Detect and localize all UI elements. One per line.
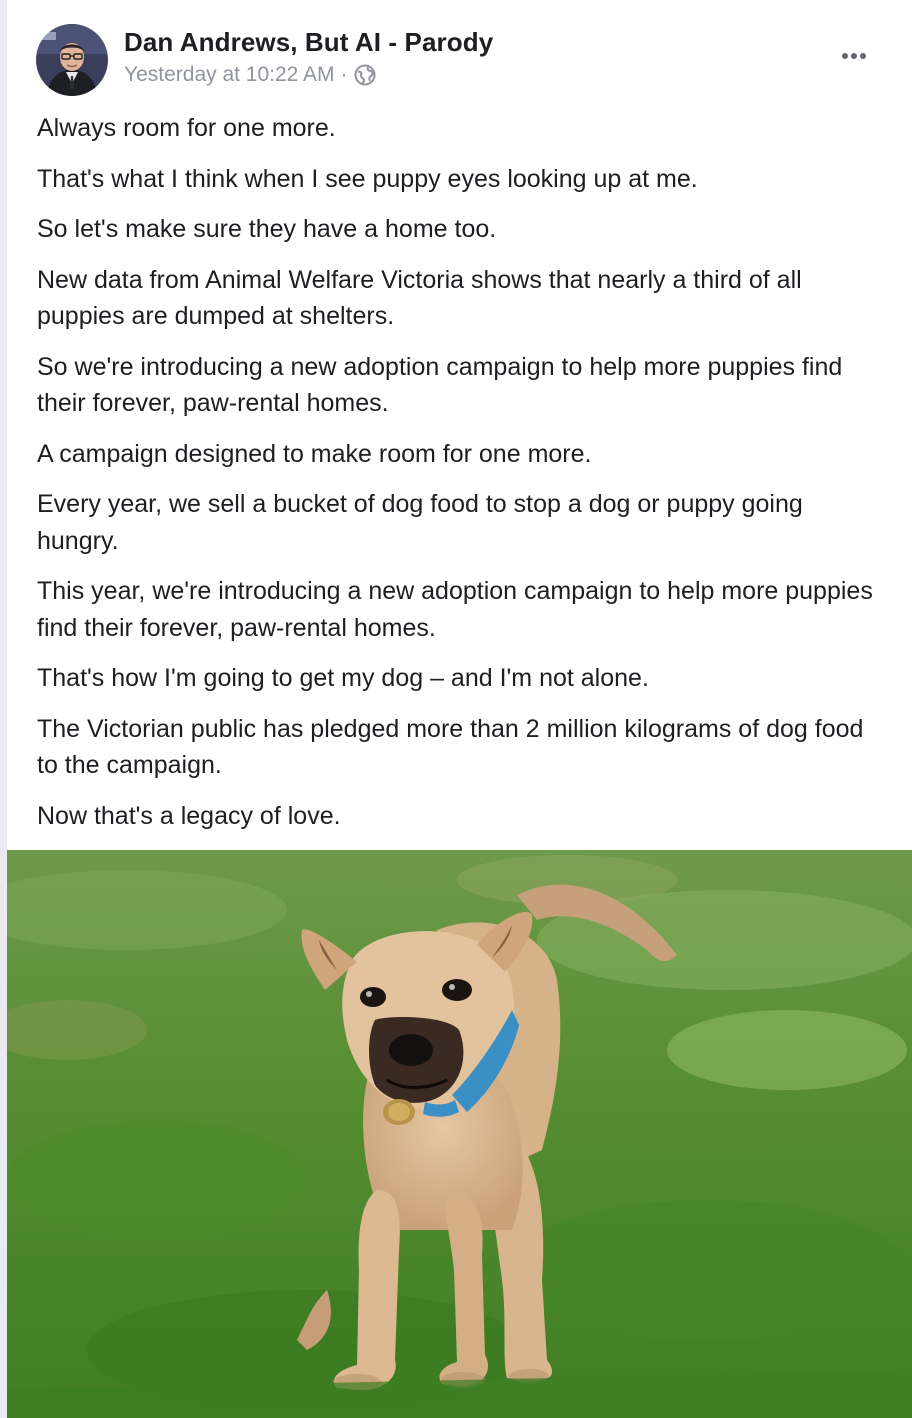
post-paragraph: A campaign designed to make room for one… <box>37 439 592 468</box>
post-paragraph: This year, we're introducing a new adopt… <box>37 577 873 642</box>
dot <box>851 53 857 59</box>
post-paragraph: Always room for one more. <box>37 114 336 142</box>
post-paragraph: So let's make sure they have a home too. <box>37 215 497 243</box>
meta-separator: · <box>340 63 348 86</box>
post-paragraph: So we're introducing a new adoption camp… <box>37 352 843 418</box>
post-message: Always room for one more. That's what I … <box>37 110 882 848</box>
dog-on-grass-image <box>7 850 912 1418</box>
more-options-icon[interactable] <box>834 48 874 64</box>
post-meta: Yesterday at 10:22 AM · <box>124 63 376 87</box>
post-paragraph: The Victorian public has pledged more th… <box>37 714 864 780</box>
post-paragraph: New data from Animal Welfare Victoria sh… <box>37 265 802 331</box>
post-photo[interactable] <box>7 850 912 1418</box>
post-timestamp[interactable]: Yesterday at 10:22 AM <box>124 63 335 87</box>
dot <box>860 53 866 59</box>
author-name[interactable]: Dan Andrews, But AI - Parody <box>124 27 493 58</box>
feed-background <box>0 0 7 1418</box>
dot <box>842 53 848 59</box>
post-paragraph: Now that's a legacy of love. <box>37 801 341 830</box>
globe-icon[interactable] <box>354 64 376 86</box>
author-avatar[interactable] <box>36 24 108 96</box>
feed-post: Dan Andrews, But AI - Parody Yesterday a… <box>7 0 912 1418</box>
post-paragraph: That's what I think when I see puppy eye… <box>37 164 698 193</box>
post-header: Dan Andrews, But AI - Parody Yesterday a… <box>7 0 912 110</box>
post-paragraph: Every year, we sell a bucket of dog food… <box>37 490 803 555</box>
post-paragraph: That's how I'm going to get my dog – and… <box>37 664 649 692</box>
